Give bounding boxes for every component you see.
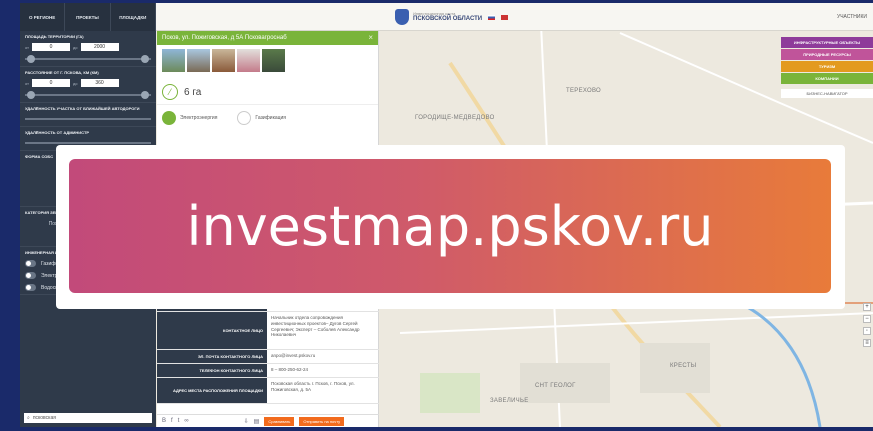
utilities: Электроэнергия Газификация [157, 105, 378, 131]
electricity-icon [162, 111, 176, 125]
photo-thumbnail[interactable] [162, 49, 185, 72]
panel-title: Псков, ул. Пожиговская, д 5А Псковагросн… [162, 35, 287, 41]
layer-legend: ИНФРАСТРУКТУРНЫЕ ОБЪЕКТЫ ПРИРОДНЫЕ РЕСУР… [781, 37, 873, 98]
row-value: Начальник отдела сопровождения инвестици… [271, 314, 360, 338]
row-key: ТЕЛЕФОН КОНТАКТНОГО ЛИЦА [157, 363, 267, 377]
area-summary: ⁄ 6 га [157, 76, 378, 105]
map-label: СНТ ГЕОЛОГ [535, 383, 576, 389]
tab-region[interactable]: О РЕГИОНЕ [20, 3, 66, 31]
area-from-input[interactable]: 0 [31, 43, 70, 51]
zoom-in-button[interactable]: + [863, 303, 871, 311]
search-field[interactable]: ⌕ псковская [24, 413, 152, 423]
water-toggle[interactable] [25, 284, 36, 291]
photo-thumbnail[interactable] [187, 49, 210, 72]
from-label: от [25, 44, 29, 50]
map-label: ТЕРЕХОВО [566, 88, 602, 94]
url-banner: investmap.pskov.ru [69, 159, 831, 293]
to-label: до [72, 80, 78, 86]
area-filter-label: ПЛОЩАДЬ ТЕРРИТОРИИ (ГА) [25, 34, 84, 39]
map-label: КРЕСТЫ [670, 363, 697, 369]
vk-icon[interactable]: В [162, 418, 166, 424]
locate-icon[interactable]: ◦ [863, 327, 871, 335]
to-label: до [72, 44, 78, 50]
slider-handle[interactable] [27, 55, 35, 63]
slider-handle[interactable] [141, 91, 149, 99]
photo-thumbnail[interactable] [237, 49, 260, 72]
table-row: АДРЕС МЕСТА РАСПОЛОЖЕНИЯ ПЛОЩАДКИ Псковс… [157, 377, 379, 404]
electricity-toggle[interactable] [25, 272, 36, 279]
zoom-out-button[interactable]: − [863, 315, 871, 323]
contact-table: ПСКОВСКОЙ ОБЛАСТИ каб.107 КОНТАКТНОЕ ЛИЦ… [157, 299, 379, 404]
legend-tourism[interactable]: ТУРИЗМ [781, 61, 873, 72]
road-filter: УДАЛЁННОСТЬ УЧАСТКА ОТ БЛИЖАЙШЕЙ АВТОДОР… [20, 103, 156, 127]
row-value: 8 – 800-250-62-24 [271, 366, 309, 372]
row-key: КОНТАКТНОЕ ЛИЦО [157, 311, 267, 349]
distance-to-input[interactable]: 360 [80, 79, 119, 87]
area-icon: ⁄ [162, 84, 178, 100]
row-key: ЭЛ. ПОЧТА КОНТАКТНОГО ЛИЦА [157, 349, 267, 363]
utility-label: Газификация [255, 115, 287, 121]
english-flag-icon[interactable] [501, 14, 509, 20]
distance-filter: РАССТОЯНИЕ ОТ Г. ПСКОВА, КМ (КМ) от 0 до… [20, 67, 156, 103]
admin-filter-label: УДАЛЁННОСТЬ ОТ АДМИНИСТР [25, 130, 90, 135]
legend-companies[interactable]: КОМПАНИИ [781, 73, 873, 84]
map-label: ЗАВЕЛИЧЬЕ [490, 398, 529, 404]
send-email-button[interactable]: Отправить на почту [299, 416, 345, 426]
distance-filter-label: РАССТОЯНИЕ ОТ Г. ПСКОВА, КМ (КМ) [25, 70, 99, 75]
table-row: ЭЛ. ПОЧТА КОНТАКТНОГО ЛИЦА anpo@invest.p… [157, 349, 379, 364]
slider-handle[interactable] [141, 55, 149, 63]
print-icon[interactable]: ▤ [254, 418, 260, 425]
photo-thumbnail[interactable] [262, 49, 285, 72]
facebook-icon[interactable]: f [171, 418, 173, 424]
participants-link[interactable]: УЧАСТНИКИ [837, 14, 867, 20]
tab-sites[interactable]: ПЛОЩАДКИ [111, 3, 156, 31]
photo-gallery [157, 45, 378, 76]
road-filter-label: УДАЛЁННОСТЬ УЧАСТКА ОТ БЛИЖАЙШЕЙ АВТОДОР… [25, 106, 140, 111]
map-label: ГОРОДИЩЕ-МЕДВЕДОВО [415, 115, 495, 121]
zoom-controls: + − ◦ ≡ [863, 303, 871, 347]
gas-toggle[interactable] [25, 260, 36, 267]
panel-header: Псков, ул. Пожиговская, д 5А Псковагросн… [157, 31, 378, 45]
coat-of-arms-icon [395, 9, 409, 25]
area-to-input[interactable]: 2000 [80, 43, 119, 51]
russian-flag-icon[interactable] [488, 14, 496, 20]
search-input[interactable]: псковская [33, 415, 56, 421]
road-slider[interactable] [25, 115, 151, 123]
panel-footer: В f t ∞ ⇩ ▤ Сравнивать Отправить на почт… [157, 414, 379, 427]
legend-natural-resources[interactable]: ПРИРОДНЫЕ РЕСУРСЫ [781, 49, 873, 60]
close-icon[interactable]: × [368, 33, 373, 42]
distance-slider[interactable] [25, 91, 151, 99]
compare-button[interactable]: Сравнивать [264, 416, 295, 426]
layers-icon[interactable]: ≡ [863, 339, 871, 347]
utility-label: Электроэнергия [180, 115, 218, 121]
distance-from-input[interactable]: 0 [31, 79, 70, 87]
search-icon: ⌕ [27, 415, 30, 421]
area-value: 6 га [184, 86, 202, 98]
banner-url-text: investmap.pskov.ru [186, 194, 714, 258]
slider-handle[interactable] [27, 91, 35, 99]
table-row: КОНТАКТНОЕ ЛИЦО Начальник отдела сопрово… [157, 311, 379, 350]
twitter-icon[interactable]: t [178, 418, 180, 424]
download-icon[interactable]: ⇩ [244, 418, 249, 425]
legend-infrastructure[interactable]: ИНФРАСТРУКТУРНЫЕ ОБЪЕКТЫ [781, 37, 873, 48]
gas-icon [237, 111, 252, 125]
row-value[interactable]: anpo@invest.pskov.ru [267, 350, 379, 363]
share-icon[interactable]: ∞ [184, 418, 188, 424]
tab-projects[interactable]: ПРОЕКТЫ [65, 3, 111, 31]
row-key: АДРЕС МЕСТА РАСПОЛОЖЕНИЯ ПЛОЩАДКИ [157, 377, 267, 403]
row-value: Псковская область г. Псков, г. Псков, ул… [271, 380, 355, 392]
area-filter: ПЛОЩАДЬ ТЕРРИТОРИИ (ГА) от 0 до 2000 [20, 31, 156, 67]
area-slider[interactable] [25, 55, 151, 63]
table-row: ТЕЛЕФОН КОНТАКТНОГО ЛИЦА 8 – 800-250-62-… [157, 363, 379, 378]
brand-title: ПСКОВСКОЙ ОБЛАСТИ [413, 16, 483, 22]
brand[interactable]: Инвестиционная карта ПСКОВСКОЙ ОБЛАСТИ [395, 9, 509, 25]
from-label: от [25, 80, 29, 86]
business-navigator-link[interactable]: БИЗНЕС-НАВИГАТОР [781, 89, 873, 98]
photo-thumbnail[interactable] [212, 49, 235, 72]
